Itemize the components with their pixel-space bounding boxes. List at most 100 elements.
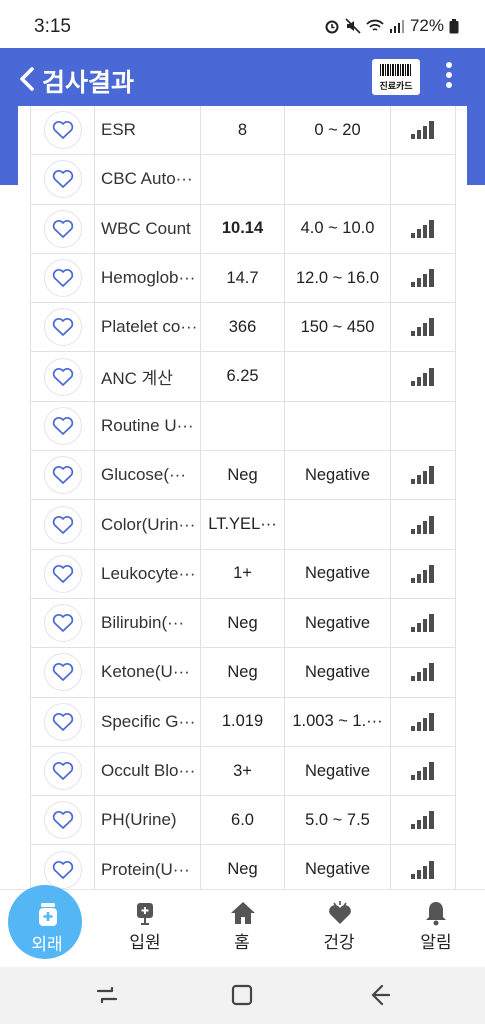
result-row[interactable]: Platelet co··· 366 150 ~ 450 bbox=[30, 303, 456, 353]
bottom-tab-bar: 외래 입원 홈 건강 알림 bbox=[0, 885, 485, 968]
favorite-heart-icon[interactable] bbox=[43, 456, 82, 495]
result-row[interactable]: Leukocyte··· 1+ Negative bbox=[30, 549, 456, 599]
reference-range: Negative bbox=[284, 549, 390, 598]
favorite-cell bbox=[30, 451, 94, 500]
recent-apps-icon[interactable] bbox=[92, 982, 122, 1008]
back-arrow-icon[interactable] bbox=[14, 64, 40, 94]
trend-chart-icon[interactable] bbox=[410, 367, 436, 387]
result-row[interactable]: ANC 계산 6.25 bbox=[30, 352, 456, 402]
favorite-heart-icon[interactable] bbox=[43, 702, 82, 741]
favorite-heart-icon[interactable] bbox=[43, 850, 82, 889]
favorite-heart-icon[interactable] bbox=[43, 308, 82, 347]
trend-cell bbox=[390, 746, 456, 796]
results-table: ESR 8 0 ~ 20 CBC Auto··· WBC Count 10.14 4.0 ~… bbox=[30, 106, 456, 890]
reference-range: 0 ~ 20 bbox=[284, 106, 390, 155]
tab-outpatient[interactable]: 외래 bbox=[8, 885, 92, 968]
favorite-heart-icon[interactable] bbox=[43, 752, 82, 790]
favorite-heart-icon[interactable] bbox=[43, 801, 82, 840]
test-value: 1+ bbox=[200, 549, 284, 598]
trend-cell bbox=[390, 697, 456, 746]
test-value: Neg bbox=[200, 598, 284, 648]
trend-chart-icon[interactable] bbox=[410, 712, 436, 732]
favorite-heart-icon[interactable] bbox=[43, 505, 82, 544]
result-row[interactable]: CBC Auto··· bbox=[30, 155, 456, 205]
home-icon bbox=[231, 902, 255, 924]
result-row[interactable]: WBC Count 10.14 4.0 ~ 10.0 bbox=[30, 204, 456, 254]
favorite-heart-icon[interactable] bbox=[43, 357, 82, 396]
test-value: 6.0 bbox=[200, 796, 284, 845]
result-row[interactable]: Specific G··· 1.019 1.003 ~ 1.··· bbox=[30, 697, 456, 747]
inpatient-icon bbox=[137, 903, 153, 925]
trend-chart-icon[interactable] bbox=[410, 810, 436, 830]
test-value: Neg bbox=[200, 648, 284, 697]
back-button-icon[interactable] bbox=[362, 982, 392, 1008]
favorite-heart-icon[interactable] bbox=[43, 554, 82, 593]
reference-range bbox=[284, 500, 390, 549]
test-value: Neg bbox=[200, 451, 284, 500]
result-row[interactable]: PH(Urine) 6.0 5.0 ~ 7.5 bbox=[30, 796, 456, 846]
alarm-icon bbox=[325, 20, 339, 34]
trend-cell bbox=[390, 401, 456, 451]
favorite-cell bbox=[30, 401, 94, 451]
favorite-heart-icon[interactable] bbox=[43, 111, 82, 150]
trend-cell bbox=[390, 253, 456, 303]
favorite-heart-icon[interactable] bbox=[43, 604, 82, 643]
trend-cell bbox=[390, 796, 456, 845]
result-row[interactable]: Ketone(U··· Neg Negative bbox=[30, 648, 456, 698]
test-value bbox=[200, 155, 284, 204]
results-panel: ESR 8 0 ~ 20 CBC Auto··· WBC Count 10.14 4.0 ~… bbox=[18, 106, 467, 890]
favorite-cell bbox=[30, 796, 94, 845]
favorite-cell bbox=[30, 303, 94, 352]
favorite-cell bbox=[30, 155, 94, 204]
tab-health[interactable]: 건강 bbox=[299, 890, 379, 968]
result-row[interactable]: ESR 8 0 ~ 20 bbox=[30, 106, 456, 156]
trend-chart-icon[interactable] bbox=[410, 564, 436, 584]
trend-chart-icon[interactable] bbox=[410, 761, 436, 781]
medical-card-button[interactable]: 진료카드 bbox=[372, 59, 420, 95]
health-icon bbox=[329, 901, 351, 924]
reference-range: Negative bbox=[284, 746, 390, 796]
trend-chart-icon[interactable] bbox=[410, 515, 436, 535]
favorite-heart-icon[interactable] bbox=[43, 160, 82, 199]
favorite-heart-icon[interactable] bbox=[43, 406, 82, 445]
more-options-icon[interactable] bbox=[442, 60, 456, 94]
reference-range: Negative bbox=[284, 451, 390, 500]
trend-cell bbox=[390, 352, 456, 401]
trend-chart-icon[interactable] bbox=[410, 613, 436, 633]
test-name: Color(Urin··· bbox=[94, 500, 200, 549]
result-row[interactable]: Routine U··· bbox=[30, 401, 456, 452]
favorite-heart-icon[interactable] bbox=[43, 209, 82, 248]
trend-cell bbox=[390, 648, 456, 697]
trend-chart-icon[interactable] bbox=[410, 219, 436, 239]
trend-cell bbox=[390, 549, 456, 598]
favorite-cell bbox=[30, 352, 94, 401]
status-icons: 72% bbox=[324, 16, 459, 36]
result-row[interactable]: Glucose(··· Neg Negative bbox=[30, 451, 456, 501]
result-row[interactable]: Occult Blo··· 3+ Negative bbox=[30, 746, 456, 797]
trend-chart-icon[interactable] bbox=[410, 465, 436, 485]
home-button-icon[interactable] bbox=[227, 982, 257, 1008]
test-name: Glucose(··· bbox=[94, 451, 200, 500]
result-row[interactable]: Bilirubin(··· Neg Negative bbox=[30, 598, 456, 649]
reference-range: Negative bbox=[284, 598, 390, 648]
tab-home[interactable]: 홈 bbox=[202, 890, 282, 968]
status-bar: 3:15 72% bbox=[0, 0, 485, 52]
favorite-heart-icon[interactable] bbox=[43, 259, 82, 298]
bell-icon bbox=[426, 902, 446, 926]
trend-chart-icon[interactable] bbox=[410, 120, 436, 140]
trend-chart-icon[interactable] bbox=[410, 662, 436, 682]
result-row[interactable]: Hemoglob··· 14.7 12.0 ~ 16.0 bbox=[30, 253, 456, 304]
result-row[interactable]: Color(Urin··· LT.YEL··· bbox=[30, 500, 456, 550]
result-row[interactable]: Protein(U··· Neg Negative bbox=[30, 845, 456, 890]
medical-card-label: 진료카드 bbox=[379, 81, 413, 91]
trend-chart-icon[interactable] bbox=[410, 317, 436, 337]
reference-range: 5.0 ~ 7.5 bbox=[284, 796, 390, 845]
tab-notifications[interactable]: 알림 bbox=[396, 890, 476, 968]
favorite-cell bbox=[30, 253, 94, 303]
trend-chart-icon[interactable] bbox=[410, 268, 436, 288]
favorite-heart-icon[interactable] bbox=[43, 653, 82, 692]
trend-chart-icon[interactable] bbox=[410, 860, 436, 880]
trend-cell bbox=[390, 303, 456, 352]
tab-inpatient[interactable]: 입원 bbox=[105, 890, 185, 968]
test-value: 10.14 bbox=[200, 204, 284, 253]
